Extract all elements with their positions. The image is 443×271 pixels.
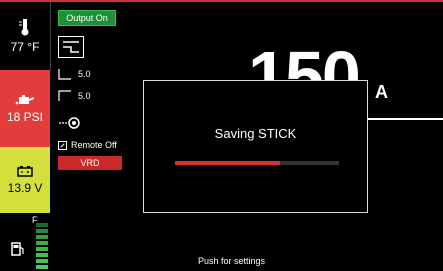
fuel-pump-icon (11, 242, 24, 256)
fuel-gauge (36, 223, 48, 269)
oil-can-icon (15, 94, 34, 104)
mode-panel: Output On 5.0 5.0 Remote Off VRD (52, 2, 122, 192)
remote-connector-icon (59, 117, 80, 129)
pressure-value: 18 PSI (6, 109, 44, 124)
remote-label: Remote Off (71, 140, 117, 150)
remote-connector-row[interactable] (58, 116, 88, 130)
ramp-up-icon (58, 69, 71, 80)
status-column: 77 °F 18 PSI 13.9 V F (0, 2, 51, 269)
ramp-down-value: 5.0 (78, 91, 91, 101)
vrd-badge[interactable]: VRD (58, 156, 122, 170)
ramp-up-row[interactable]: 5.0 (58, 68, 91, 80)
thermometer-icon (19, 19, 29, 36)
saving-dialog: Saving STICK (143, 80, 368, 213)
dialog-title: Saving STICK (214, 126, 297, 141)
output-status-badge: Output On (58, 10, 116, 26)
temperature-cell: 77 °F (0, 2, 51, 71)
voltage-value: 13.9 V (7, 181, 43, 195)
progress-track (175, 161, 339, 165)
ramp-up-value: 5.0 (78, 69, 91, 79)
push-for-settings-hint: Push for settings (198, 256, 266, 266)
stick-mode-icon[interactable] (58, 36, 84, 58)
progress-fill (175, 161, 280, 165)
voltage-cell: 13.9 V (0, 147, 50, 213)
ramp-down-icon (58, 90, 71, 101)
fuel-cell: F (0, 213, 50, 269)
ramp-down-row[interactable]: 5.0 (58, 90, 91, 102)
remote-status[interactable]: Remote Off (58, 140, 117, 150)
temperature-value: 77 °F (10, 40, 40, 54)
current-unit: A (375, 82, 388, 102)
pressure-cell: 18 PSI (0, 70, 50, 147)
battery-icon (17, 166, 33, 177)
remote-checkbox[interactable] (58, 140, 67, 150)
